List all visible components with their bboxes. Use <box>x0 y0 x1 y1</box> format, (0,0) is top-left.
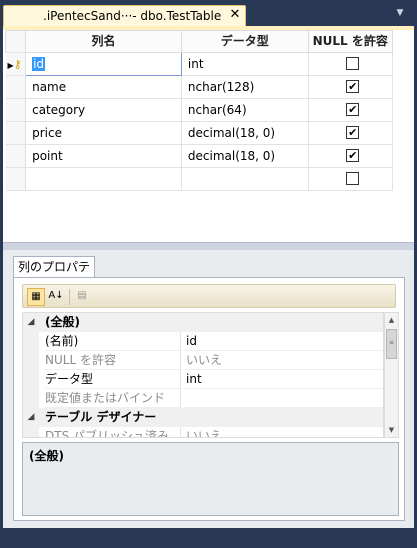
property-grid-scrollbar[interactable]: ▲ ≡ ▼ <box>384 312 399 438</box>
allow-null-cell <box>307 167 394 191</box>
row-gutter <box>23 427 39 437</box>
column-name-text: price <box>32 126 62 140</box>
allow-null-checkbox[interactable] <box>346 172 360 185</box>
row-selector[interactable]: ▶⚷ <box>5 52 27 76</box>
column-grid: 列名 データ型 NULL を許容 ▶⚷ id int name nchar(128) ✔ c… <box>4 30 394 191</box>
description-title: (全般) <box>29 449 64 463</box>
allow-null-cell: ✔ <box>307 75 394 99</box>
property-name: (全般) <box>45 315 80 329</box>
window-frame-bottom <box>0 528 417 548</box>
pane-splitter[interactable] <box>3 242 414 250</box>
property-category[interactable]: ◢ (全般) <box>23 313 383 332</box>
allow-null-checkbox[interactable]: ✔ <box>346 80 360 93</box>
column-name-cell[interactable]: point <box>25 144 182 168</box>
data-type-cell[interactable] <box>180 167 309 191</box>
row-gutter <box>23 351 39 370</box>
tab-dropdown-icon[interactable]: ▼ <box>393 6 407 20</box>
property-value[interactable]: int <box>183 370 383 389</box>
data-type-cell[interactable]: decimal(18, 0) <box>180 121 309 145</box>
property-row[interactable]: (名前) id <box>23 332 383 351</box>
property-name: データ型 <box>45 370 181 389</box>
property-name: NULL を許容 <box>45 351 181 370</box>
header-allow-null[interactable]: NULL を許容 <box>307 30 394 53</box>
table-designer: 列名 データ型 NULL を許容 ▶⚷ id int name nchar(128) ✔ c… <box>3 30 414 242</box>
column-name-cell[interactable]: price <box>25 121 182 145</box>
column-name-cell[interactable] <box>25 167 182 191</box>
allow-null-cell: ✔ <box>307 98 394 122</box>
property-value[interactable] <box>183 389 383 408</box>
property-row[interactable]: NULL を許容 いいえ <box>23 351 383 370</box>
row-selector[interactable] <box>5 167 27 191</box>
data-type-cell[interactable]: nchar(128) <box>180 75 309 99</box>
data-type-cell[interactable]: int <box>180 52 309 76</box>
property-description: (全般) <box>22 442 399 516</box>
data-type-cell[interactable]: decimal(18, 0) <box>180 144 309 168</box>
property-name: (名前) <box>45 332 181 351</box>
table-row[interactable]: price decimal(18, 0) ✔ <box>5 121 394 145</box>
property-value[interactable]: いいえ <box>183 427 383 437</box>
row-selector[interactable] <box>5 98 27 122</box>
property-row[interactable]: 既定値またはバインド <box>23 389 383 408</box>
collapse-icon[interactable]: ◢ <box>23 313 39 332</box>
table-row[interactable] <box>5 167 394 191</box>
property-value[interactable]: id <box>183 332 383 351</box>
property-pages-icon[interactable]: ▤ <box>73 288 91 306</box>
table-row[interactable]: category nchar(64) ✔ <box>5 98 394 122</box>
property-name: 既定値またはバインド <box>45 389 181 408</box>
allow-null-checkbox[interactable] <box>346 57 360 70</box>
column-name-cell[interactable]: name <box>25 75 182 99</box>
column-name-text: id <box>32 57 46 71</box>
header-column-name[interactable]: 列名 <box>25 30 182 53</box>
tab-column-properties[interactable]: 列のプロパティ <box>13 256 95 294</box>
scroll-down-icon[interactable]: ▼ <box>385 423 398 437</box>
property-row[interactable]: データ型 int <box>23 370 383 389</box>
properties-toolbar: ▦ A↓ ▤ <box>22 284 396 308</box>
property-name: テーブル デザイナー <box>45 410 157 424</box>
column-name-text: category <box>32 103 86 117</box>
row-selector[interactable] <box>5 121 27 145</box>
close-icon[interactable]: ✕ <box>227 7 243 23</box>
allow-null-cell: ✔ <box>307 121 394 145</box>
table-row[interactable]: name nchar(128) ✔ <box>5 75 394 99</box>
allow-null-cell: ✔ <box>307 144 394 168</box>
document-tab[interactable]: .iPentecSand···- dbo.TestTable ✕ <box>3 5 246 26</box>
scroll-up-icon[interactable]: ▲ <box>385 313 398 327</box>
column-name-cell[interactable]: category <box>25 98 182 122</box>
allow-null-checkbox[interactable]: ✔ <box>346 149 360 162</box>
document-tab-strip: .iPentecSand···- dbo.TestTable ✕ ▼ <box>0 0 417 26</box>
row-selector[interactable] <box>5 144 27 168</box>
property-value[interactable]: いいえ <box>183 351 383 370</box>
table-row[interactable]: point decimal(18, 0) ✔ <box>5 144 394 168</box>
header-row-selector <box>4 30 27 53</box>
key-icon: ⚷ <box>13 58 22 71</box>
document-tab-title: .iPentecSand···- dbo.TestTable <box>43 9 222 23</box>
header-data-type[interactable]: データ型 <box>180 30 309 53</box>
allow-null-checkbox[interactable]: ✔ <box>346 103 360 116</box>
sort-az-icon[interactable]: A↓ <box>47 288 65 306</box>
categorized-icon[interactable]: ▦ <box>27 288 45 306</box>
row-gutter <box>23 370 39 389</box>
allow-null-cell <box>307 52 394 76</box>
property-category[interactable]: ◢ テーブル デザイナー <box>23 408 383 427</box>
column-name-cell[interactable]: id <box>25 52 182 76</box>
allow-null-checkbox[interactable]: ✔ <box>346 126 360 139</box>
column-properties-pane: 列のプロパティ ▦ A↓ ▤ ◢(全般)(名前)idNULL を許容いいえデータ… <box>3 250 414 528</box>
column-name-text: point <box>32 149 63 163</box>
table-row[interactable]: ▶⚷ id int <box>5 52 394 76</box>
row-gutter <box>23 389 39 408</box>
property-name: DTS パブリッシュ済み <box>45 427 181 437</box>
data-type-cell[interactable]: nchar(64) <box>180 98 309 122</box>
properties-panel: ▦ A↓ ▤ ◢ (全般) (名前) id NULL を許容 いいえ データ型 int 既定値ま… <box>13 277 405 521</box>
property-grid: ◢ (全般) (名前) id NULL を許容 いいえ データ型 int 既定値またはバインド ◢… <box>22 312 384 438</box>
property-row[interactable]: DTS パブリッシュ済み いいえ <box>23 427 383 437</box>
collapse-icon[interactable]: ◢ <box>23 408 39 427</box>
column-name-text: name <box>32 80 67 94</box>
row-gutter <box>23 332 39 351</box>
toolbar-separator <box>69 289 70 305</box>
scroll-thumb[interactable]: ≡ <box>386 329 397 359</box>
row-selector[interactable] <box>5 75 27 99</box>
